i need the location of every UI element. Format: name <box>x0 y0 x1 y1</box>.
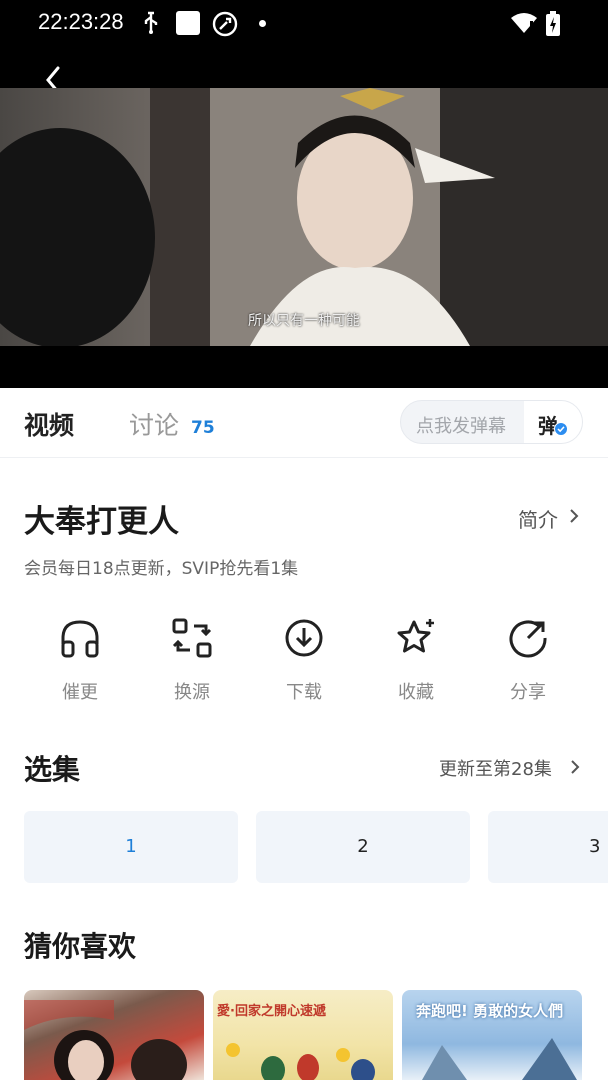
recommendation-card[interactable] <box>24 990 204 1080</box>
episodes-title: 选集 <box>24 753 81 786</box>
chevron-right-icon[interactable] <box>569 757 581 777</box>
dot-icon <box>259 20 266 27</box>
intro-link[interactable]: 简介 <box>518 504 558 533</box>
favorite-button[interactable]: 收藏 <box>360 616 472 706</box>
video-subtitle: 所以只有一种可能 <box>248 313 360 329</box>
urge-update-button[interactable]: 催更 <box>24 616 136 706</box>
status-time: 22:23:28 <box>38 9 124 34</box>
action-bar: 催更 换源 下载 收藏 分享 <box>24 616 584 706</box>
episode-button[interactable]: 2 <box>256 811 470 883</box>
chevron-right-icon[interactable] <box>568 506 580 526</box>
recommendations-title: 猜你喜欢 <box>24 930 137 963</box>
action-label: 分享 <box>510 682 546 703</box>
notification-square-icon <box>176 11 200 35</box>
download-icon <box>285 619 323 657</box>
tab-row: 视频 讨论 75 点我发弹幕 弹 <box>0 388 608 458</box>
episodes-update-link[interactable]: 更新至第28集 <box>439 755 552 781</box>
battery-icon <box>546 11 560 36</box>
wrench-icon <box>212 11 238 37</box>
tab-video[interactable]: 视频 <box>24 406 74 442</box>
action-label: 收藏 <box>398 682 434 703</box>
discuss-count-badge: 75 <box>191 418 215 438</box>
download-button[interactable]: 下载 <box>248 616 360 706</box>
poster-image <box>226 1043 375 1080</box>
poster-image <box>422 1038 577 1080</box>
recommendation-card[interactable]: 奔跑吧! 勇敢的女人們 <box>402 990 582 1080</box>
check-icon <box>554 422 568 436</box>
update-note: 会员每日18点更新，SVIP抢先看1集 <box>24 559 299 579</box>
episode-button[interactable]: 1 <box>24 811 238 883</box>
usb-icon <box>144 11 158 34</box>
share-icon <box>509 620 547 658</box>
show-title: 大奉打更人 <box>24 504 179 540</box>
danmaku-placeholder: 点我发弹幕 <box>416 416 506 437</box>
danmaku-toggle-button[interactable]: 弹 <box>524 401 582 443</box>
switch-source-button[interactable]: 换源 <box>136 616 248 706</box>
status-bar: 22:23:28 <box>0 0 608 48</box>
tab-discuss[interactable]: 讨论 <box>129 406 179 442</box>
danmaku-input[interactable]: 点我发弹幕 弹 <box>400 400 583 444</box>
wifi-icon <box>511 13 537 33</box>
video-scene-image <box>0 88 608 346</box>
recommendation-card[interactable]: 愛·回家之開心速遞 <box>213 990 393 1080</box>
action-label: 催更 <box>62 682 98 703</box>
switch-source-icon <box>172 618 212 658</box>
action-label: 下载 <box>286 682 322 703</box>
share-button[interactable]: 分享 <box>472 616 584 706</box>
headphones-icon <box>61 620 99 658</box>
video-frame[interactable]: 所以只有一种可能 <box>0 88 608 346</box>
episode-button[interactable]: 3 <box>488 811 608 883</box>
action-label: 换源 <box>174 682 210 703</box>
star-icon <box>397 619 434 653</box>
poster-image <box>24 1000 187 1080</box>
